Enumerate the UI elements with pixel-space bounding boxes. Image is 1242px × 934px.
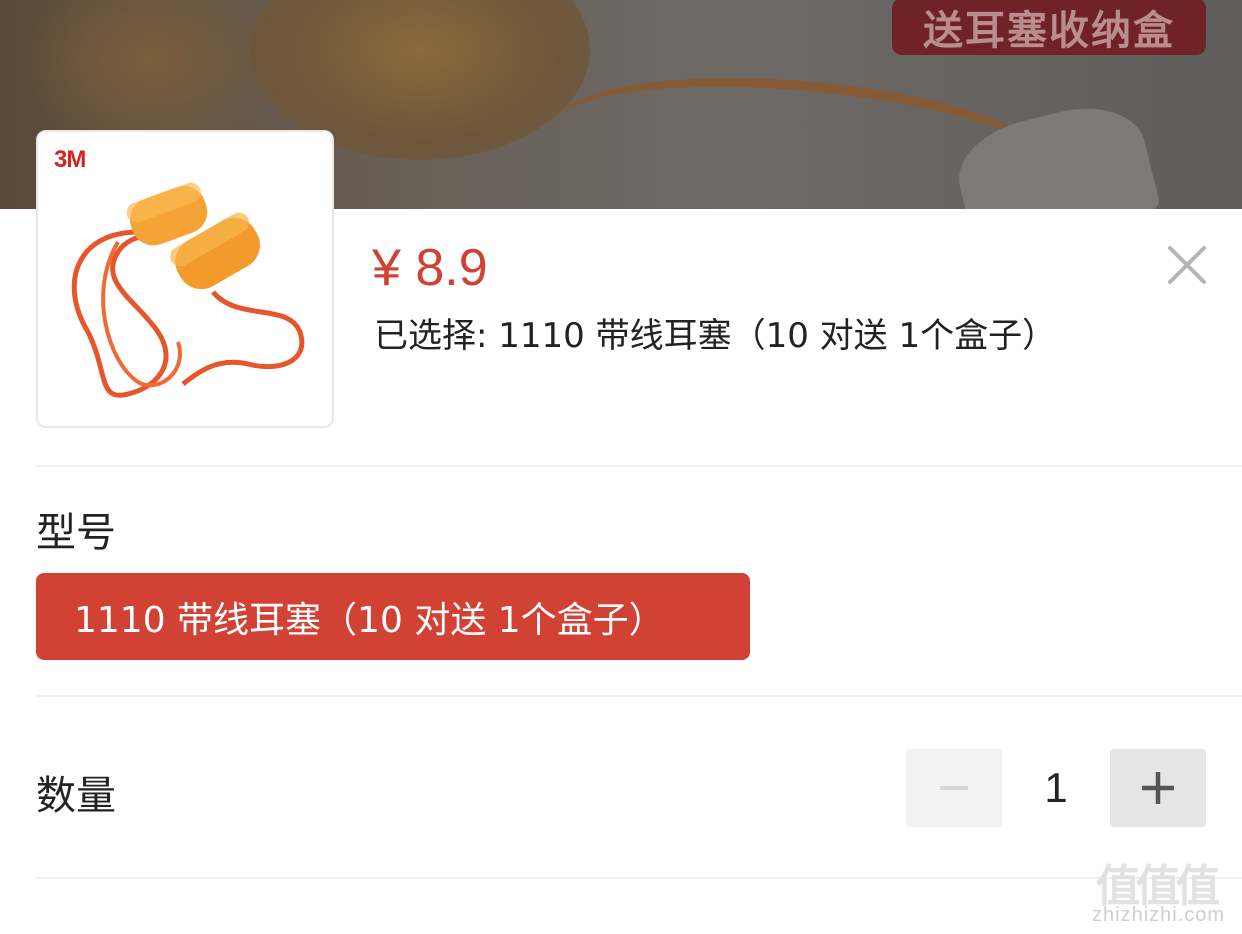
product-thumbnail: 3M [36,130,334,428]
close-icon [1168,246,1206,284]
quantity-value[interactable]: 1 [1002,749,1110,827]
divider [36,877,1242,879]
divider [36,695,1242,697]
plus-icon [1142,772,1174,804]
selected-variant-text: 已选择: 1110 带线耳塞（10 对送 1个盒子） [374,316,1057,356]
model-option-selected[interactable]: 1110 带线耳塞（10 对送 1个盒子） [36,573,750,660]
quantity-section-label: 数量 [36,773,116,819]
minus-icon [940,786,968,790]
close-button[interactable] [1160,238,1214,292]
quantity-increment-button[interactable] [1110,749,1206,827]
watermark-url: zhizhizhi.com [1092,904,1226,926]
divider [36,465,1242,467]
product-price: ¥ 8.9 [372,239,488,297]
quantity-decrement-button[interactable] [906,749,1002,827]
promo-tag: 送耳塞收纳盒 [892,0,1206,55]
model-section-label: 型号 [36,510,116,556]
earplug-shape [948,93,1162,209]
earplug-illustration [71,182,305,398]
site-watermark: 值值值 zhizhizhi.com [1092,850,1238,930]
